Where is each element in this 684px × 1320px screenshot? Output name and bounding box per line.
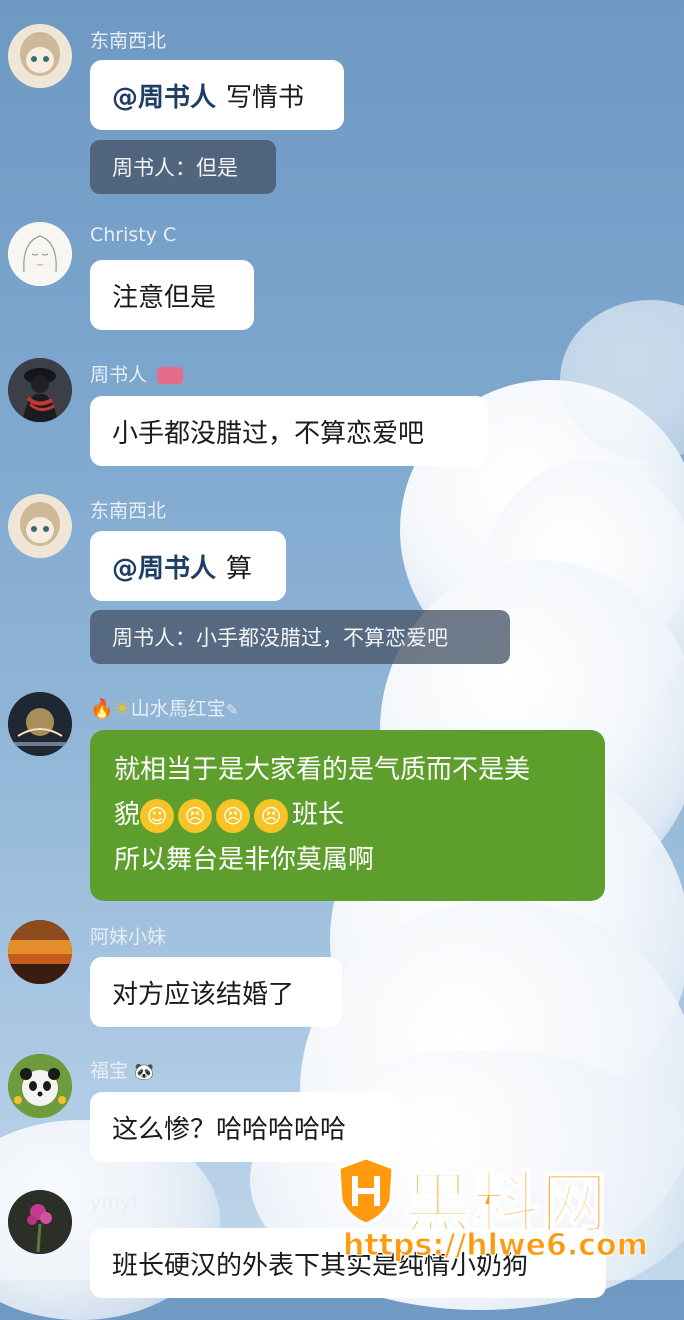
message-line: 就相当于是大家看的是气质而不是美 [114, 755, 531, 785]
sender-name: 周书人 [90, 360, 184, 387]
message-text: 对方应该结婚了 [112, 979, 295, 1010]
hooded-figure-avatar-icon[interactable] [8, 358, 72, 422]
sender-name: Christy C [90, 224, 177, 246]
sender-name-text: 福宝 [90, 1060, 129, 1082]
message-bubble[interactable]: @周书人 算 [90, 531, 286, 601]
sweat-emoji-icon: 😣 [216, 798, 251, 833]
sketch-girl-avatar-icon[interactable] [8, 222, 72, 286]
message-text: 写情书 [226, 82, 305, 113]
quoted-text: 周书人：小手都没腊过，不算恋爱吧 [112, 626, 448, 650]
panda-icon: 🐼 [134, 1062, 154, 1081]
panda-avatar-icon[interactable] [8, 1054, 72, 1118]
sender-name-text: 周书人 [90, 364, 148, 386]
shield-logo-icon [337, 1156, 395, 1226]
message-line: 所以舞台是非你莫属啊 [114, 845, 375, 875]
doll-avatar-icon[interactable] [8, 494, 72, 558]
message-line: 貌 ☺ 😣 😣 😣 班长 [114, 793, 581, 838]
quoted-reply[interactable]: 周书人：但是 [90, 140, 276, 194]
smile-emoji-icon: ☺ [140, 798, 175, 833]
message-text: 班长 [292, 800, 345, 830]
message-text: 貌 [114, 800, 141, 830]
sender-name: 东南西北 [90, 500, 167, 522]
mention-link[interactable]: @周书人 [112, 548, 216, 585]
message-text: 小手都没腊过，不算恋爱吧 [112, 418, 425, 449]
sweat-emoji-icon: 😣 [254, 798, 289, 833]
sunset-avatar-icon[interactable] [8, 692, 72, 756]
sender-name: 阿妹小妹 [90, 926, 167, 948]
sender-name: 福宝 🐼 [90, 1056, 154, 1083]
pen-icon: ✎ [225, 701, 239, 719]
message-bubble-green[interactable]: 就相当于是大家看的是气质而不是美 貌 ☺ 😣 😣 😣 班长 所以舞台是非你莫属啊 [90, 730, 605, 901]
message-text: 注意但是 [112, 282, 217, 313]
message-bubble[interactable]: 对方应该结婚了 [90, 957, 342, 1027]
message-text: 算 [226, 553, 253, 584]
message-bubble[interactable]: 小手都没腊过，不算恋爱吧 [90, 396, 488, 466]
doll-avatar-icon[interactable] [8, 24, 72, 88]
sender-name: 东南西北 [90, 30, 167, 52]
chat-list[interactable]: 东南西北 @周书人 写情书 周书人：但是 Christy C 注意但是 周书人 … [0, 0, 684, 1298]
message-text: 这么惨？哈哈哈哈哈 [112, 1114, 347, 1145]
quoted-text: 周书人：但是 [112, 156, 238, 180]
sunset-avatar-icon[interactable] [8, 920, 72, 984]
message-bubble[interactable]: 注意但是 [90, 260, 254, 330]
message-bubble[interactable]: @周书人 写情书 [90, 60, 344, 130]
watermark-url: https://hlwe6.com [343, 1228, 649, 1264]
fire-icon: 🔥 [90, 698, 114, 720]
sender-name: 🔥☀山水馬红宝✎ [90, 694, 238, 721]
flower-avatar-icon[interactable] [8, 1190, 72, 1254]
role-tag [157, 367, 184, 384]
sender-name: ymy! [90, 1192, 139, 1214]
watermark: 黑料网 https://hlwe6.com [335, 1150, 675, 1275]
mention-link[interactable]: @周书人 [112, 77, 216, 114]
sender-name-text: 山水馬红宝 [130, 698, 226, 720]
quoted-reply[interactable]: 周书人：小手都没腊过，不算恋爱吧 [90, 610, 510, 664]
sweat-emoji-icon: 😣 [178, 798, 213, 833]
sun-icon: ☀ [113, 698, 131, 720]
